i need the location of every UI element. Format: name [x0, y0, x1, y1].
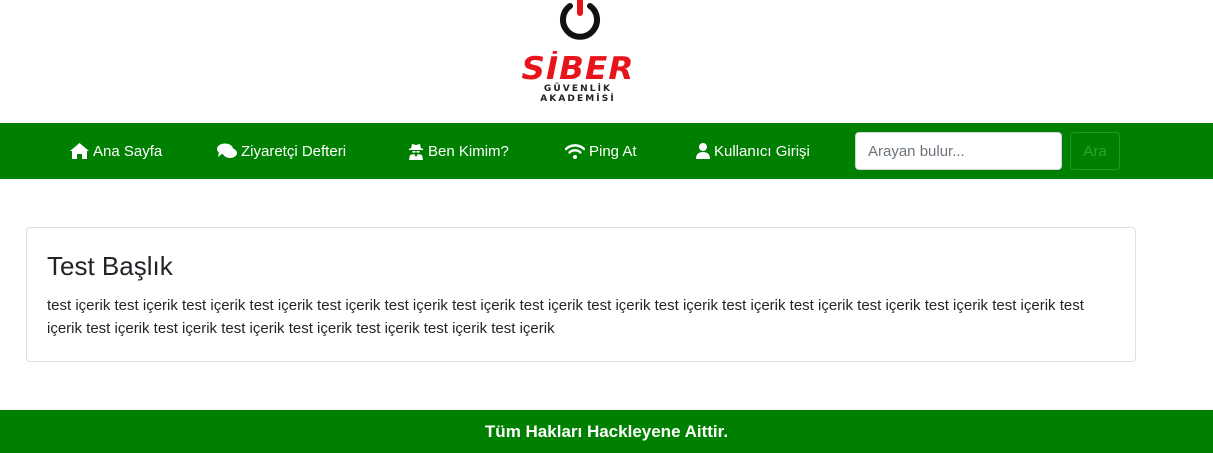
- site-logo[interactable]: SİBER GÜVENLİK AKADEMİSİ: [508, 0, 648, 104]
- search-input[interactable]: [855, 132, 1062, 170]
- comments-icon: [217, 143, 237, 158]
- nav-ping-label: Ping At: [589, 142, 637, 160]
- nav-whoami-label: Ben Kimim?: [428, 142, 509, 160]
- logo-subtitle: GÜVENLİK AKADEMİSİ: [540, 84, 616, 104]
- nav-login[interactable]: Kullanıcı Girişi: [696, 123, 810, 179]
- nav-guestbook-label: Ziyaretçi Defteri: [241, 142, 347, 160]
- search-button[interactable]: Ara: [1070, 132, 1120, 170]
- wifi-icon: [565, 143, 585, 159]
- nav-login-label: Kullanıcı Girişi: [714, 142, 810, 160]
- footer: Tüm Hakları Hackleyene Aittir.: [0, 410, 1213, 453]
- nav-ping[interactable]: Ping At: [565, 123, 637, 179]
- nav-guestbook[interactable]: Ziyaretçi Defteri: [217, 123, 346, 179]
- card-text: test içerik test içerik test içerik test…: [47, 297, 1084, 337]
- nav-whoami[interactable]: Ben Kimim?: [408, 123, 509, 179]
- nav-home[interactable]: Ana Sayfa: [70, 123, 162, 179]
- home-icon: [70, 143, 89, 159]
- logo-brand-text: SİBER: [521, 51, 635, 87]
- header: SİBER GÜVENLİK AKADEMİSİ: [0, 0, 1213, 123]
- user-icon: [696, 143, 710, 159]
- footer-text: Tüm Hakları Hackleyene Aittir.: [484, 421, 729, 441]
- power-icon: [560, 0, 600, 40]
- nav-home-label: Ana Sayfa: [93, 142, 163, 160]
- navbar: Ana Sayfa Ziyaretçi Defteri Ben Kimim? P…: [0, 123, 1213, 179]
- content-card: Test Başlık test içerik test içerik test…: [26, 227, 1136, 362]
- card-title: Test Başlık: [47, 251, 173, 281]
- user-secret-icon: [409, 143, 423, 160]
